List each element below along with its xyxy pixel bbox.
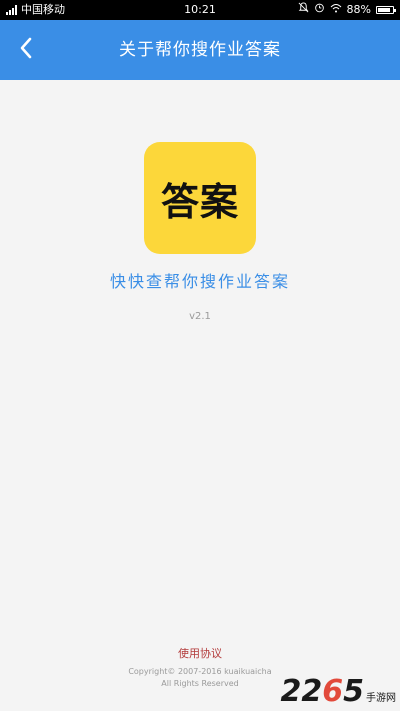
battery-percent: 88% (346, 3, 371, 16)
app-logo: 答案 (144, 142, 256, 254)
app-name: 快快查帮你搜作业答案 (109, 272, 290, 291)
alarm-icon (314, 0, 325, 20)
watermark-number: 2265 (280, 674, 365, 709)
watermark-logo: 2265 手游网 (281, 677, 397, 707)
top-app-bar: 关于帮你搜作业答案 (0, 20, 400, 80)
mute-icon (298, 0, 309, 20)
wifi-icon (330, 0, 342, 20)
status-right: 88% (298, 0, 396, 20)
app-version: v2.1 (189, 311, 211, 322)
status-bar: 中国移动 10:21 88% (0, 0, 400, 20)
watermark-text: 手游网 (366, 693, 396, 704)
user-agreement-link[interactable]: 使用协议 (0, 645, 400, 661)
app-logo-text: 答案 (160, 179, 239, 224)
battery-icon (376, 6, 396, 14)
page-title: 关于帮你搜作业答案 (119, 40, 281, 60)
about-screen: 中国移动 10:21 88% 关于帮你搜作业答案 答案 快快查帮你搜作业答案 v… (0, 0, 400, 711)
